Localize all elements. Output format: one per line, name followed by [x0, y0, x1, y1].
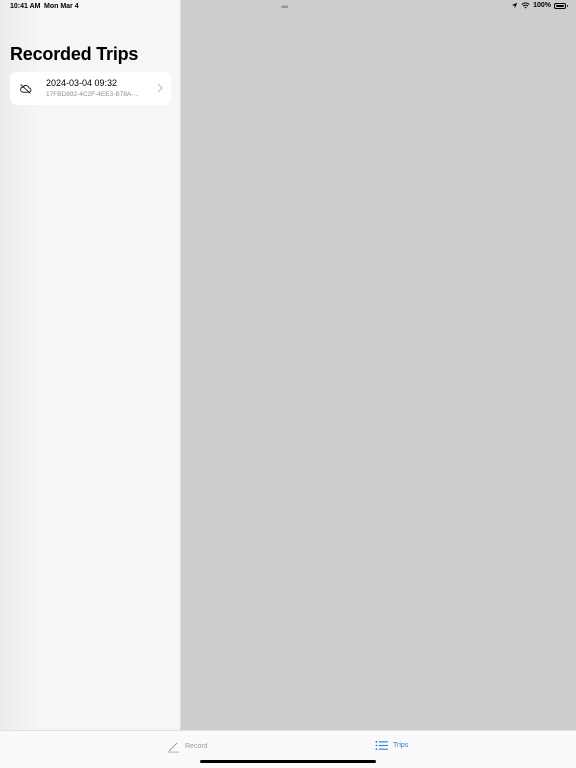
tab-record[interactable]: Record: [167, 740, 208, 753]
sidebar: Recorded Trips 2024-03-04 09:32 17FBD892…: [0, 0, 181, 730]
battery-percentage: 100%: [533, 2, 551, 9]
status-date: Mon Mar 4: [44, 3, 79, 10]
trip-title: 2024-03-04 09:32: [46, 78, 118, 88]
ipad-screen: 10:41 AM Mon Mar 4 ••• 100% Recorded Tri…: [0, 0, 576, 768]
location-arrow-icon: [511, 2, 518, 9]
detail-pane: [181, 0, 576, 730]
home-indicator[interactable]: [200, 760, 376, 763]
list-icon: [375, 740, 388, 751]
multitasking-dots-icon[interactable]: •••: [281, 2, 289, 12]
tab-trips-label: Trips: [393, 742, 409, 749]
battery-icon: [554, 2, 568, 9]
wifi-icon: [521, 2, 530, 9]
trip-list-item[interactable]: 2024-03-04 09:32 17FBD892-4C2F-4EE3-B78A…: [10, 72, 171, 105]
cloud-off-icon: [20, 84, 32, 94]
status-time: 10:41 AM: [10, 3, 41, 10]
tab-trips[interactable]: Trips: [375, 740, 408, 751]
status-bar: 10:41 AM Mon Mar 4 ••• 100%: [0, 0, 576, 14]
tab-record-label: Record: [185, 743, 208, 750]
page-title: Recorded Trips: [10, 44, 139, 64]
status-indicators: 100%: [511, 2, 568, 9]
trip-identifier: 17FBD892-4C2F-4EE3-B78A-...: [46, 91, 139, 98]
pencil-icon: [167, 742, 180, 753]
chevron-right-icon: [157, 83, 163, 93]
